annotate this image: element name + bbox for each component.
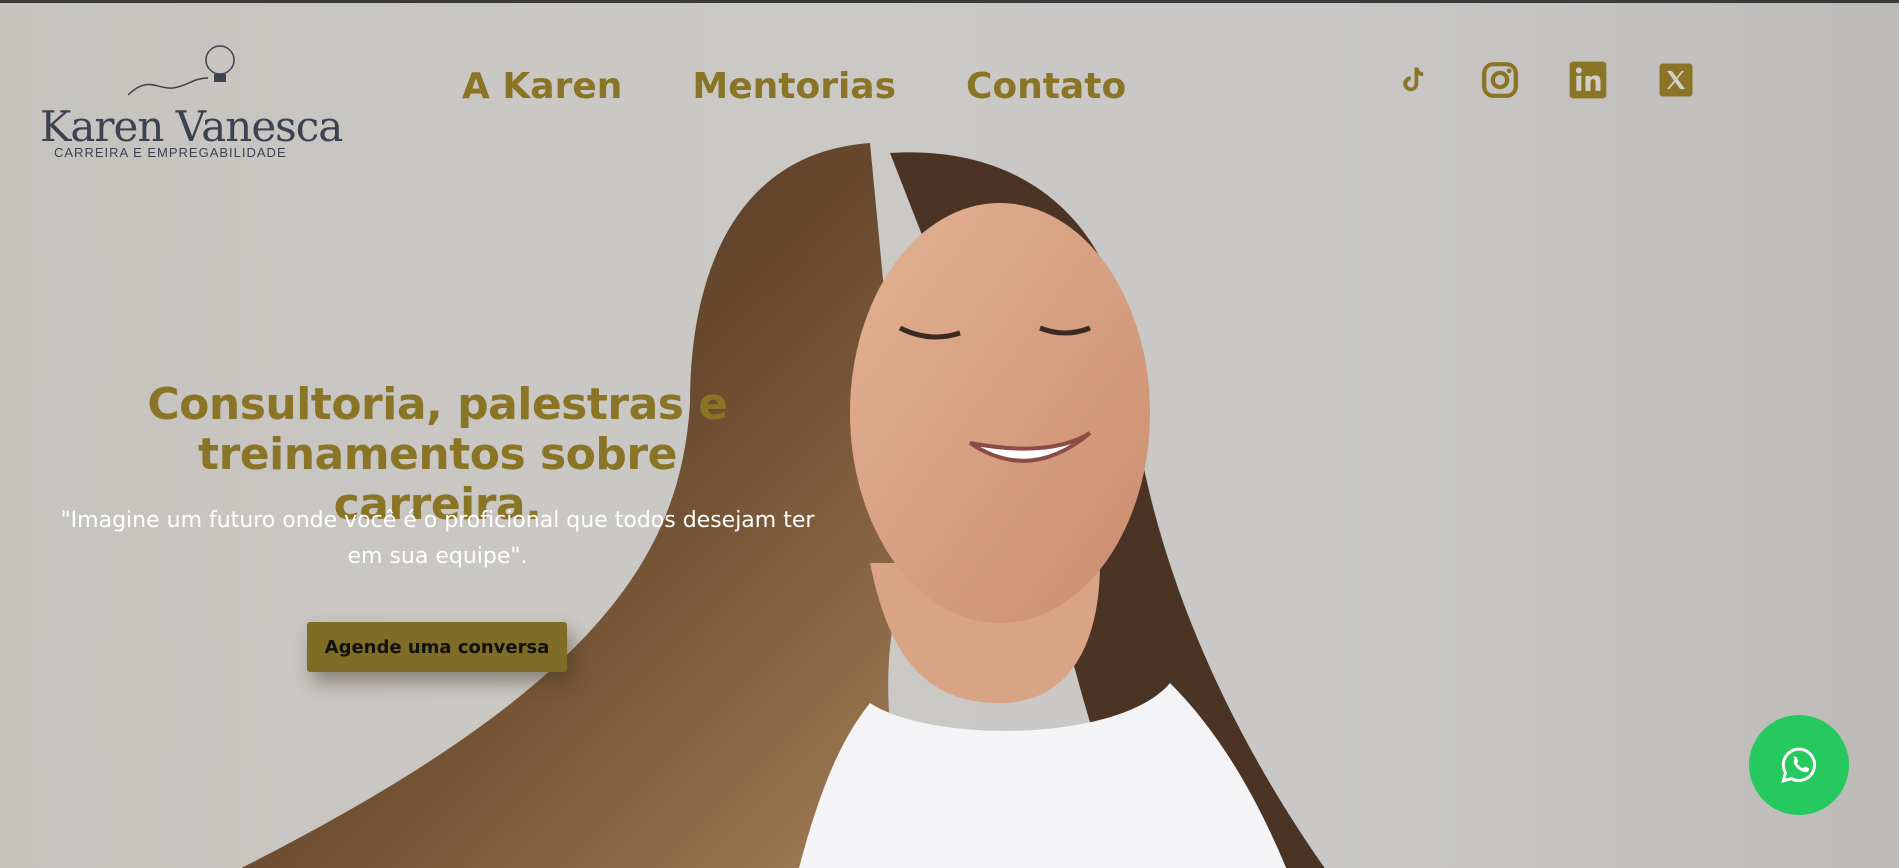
whatsapp-icon	[1781, 747, 1816, 783]
tiktok-icon[interactable]	[1392, 60, 1432, 100]
nav-item-mentorias[interactable]: Mentorias	[692, 66, 896, 107]
nav-item-contato[interactable]: Contato	[966, 66, 1126, 107]
brand-name: Karen Vanesca	[40, 102, 343, 151]
instagram-icon[interactable]	[1480, 60, 1520, 100]
main-nav: A Karen Mentorias Contato	[462, 66, 1126, 107]
lightbulb-icon	[128, 45, 235, 96]
hero-quote: "Imagine um futuro onde você é o profici…	[60, 508, 815, 569]
nav-item-a-karen[interactable]: A Karen	[462, 66, 622, 107]
x-icon[interactable]	[1656, 60, 1696, 100]
schedule-conversation-button[interactable]: Agende uma conversa	[307, 622, 567, 672]
brand-tagline: CARREIRA E EMPREGABILIDADE	[54, 145, 287, 160]
linkedin-icon[interactable]	[1568, 60, 1608, 100]
social-links	[1392, 60, 1696, 100]
brand-logo[interactable]: Karen Vanesca CARREIRA E EMPREGABILIDADE	[38, 40, 343, 165]
whatsapp-button[interactable]	[1749, 715, 1849, 815]
